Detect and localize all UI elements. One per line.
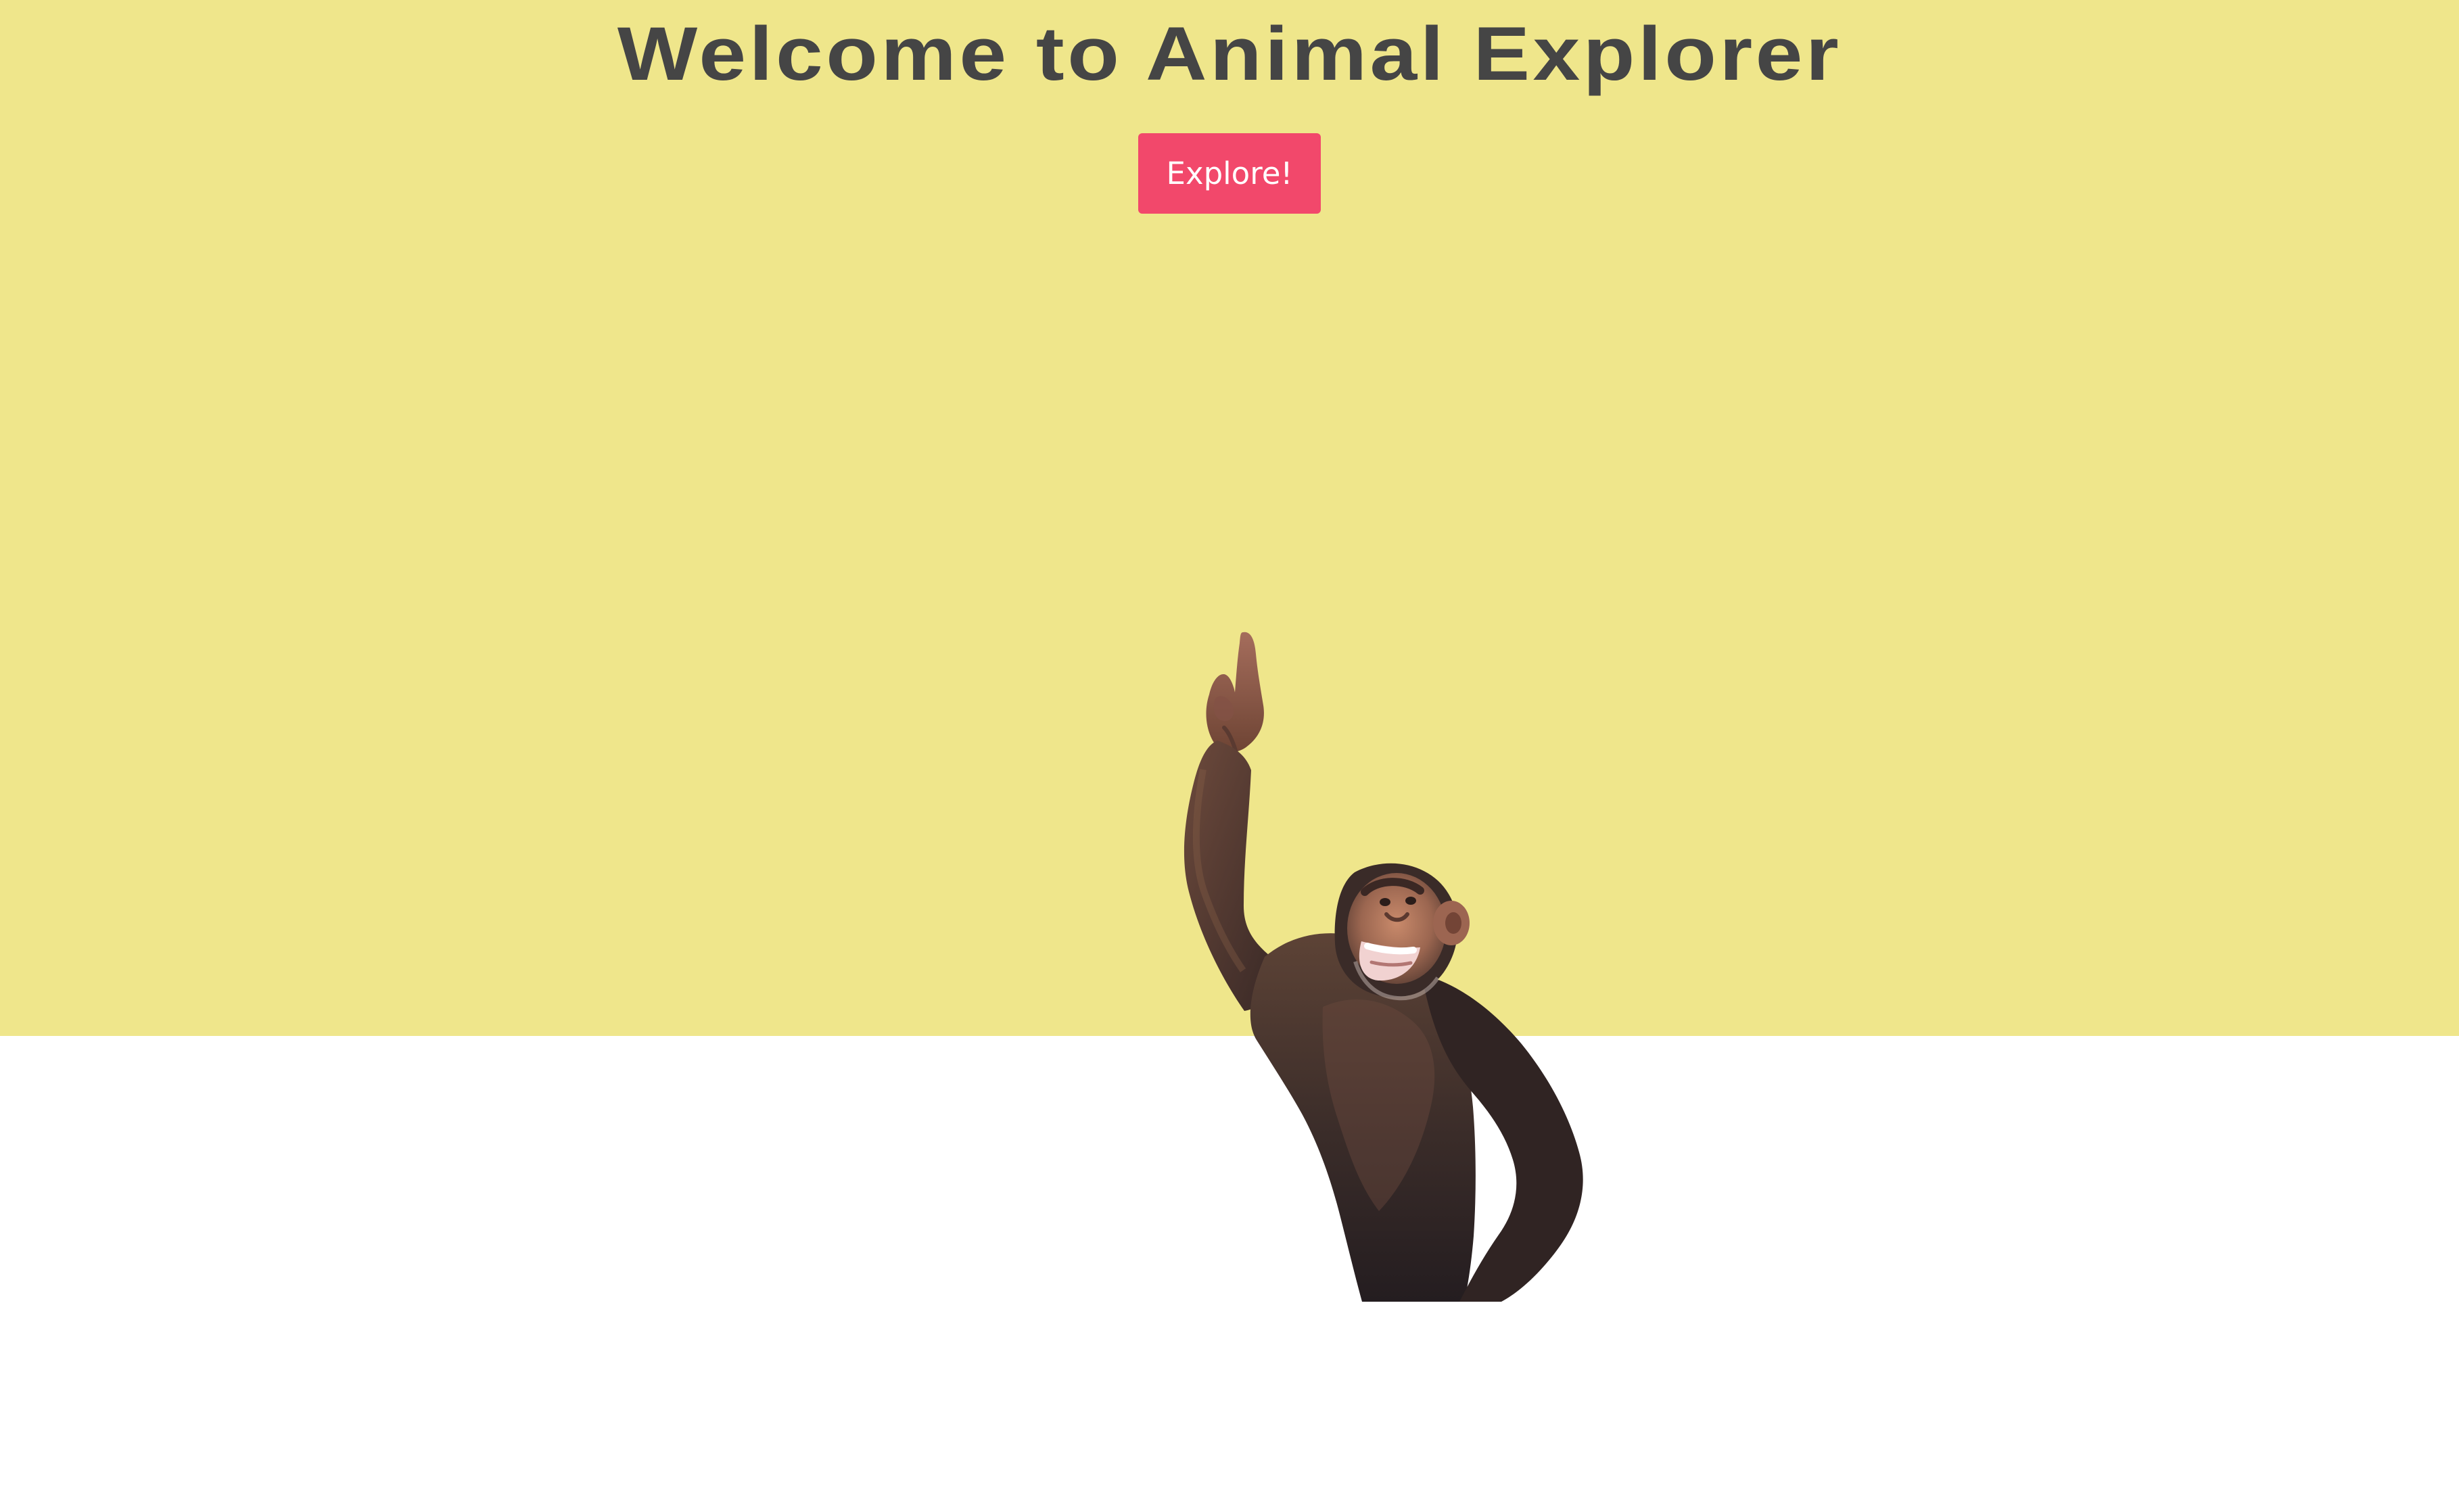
chimpanzee-image xyxy=(1184,632,1583,1302)
explore-button[interactable]: Explore! xyxy=(1138,133,1321,214)
page-title: Welcome to Animal Explorer xyxy=(617,11,1842,96)
page: Welcome to Animal Explorer Explore! xyxy=(0,0,2459,1512)
